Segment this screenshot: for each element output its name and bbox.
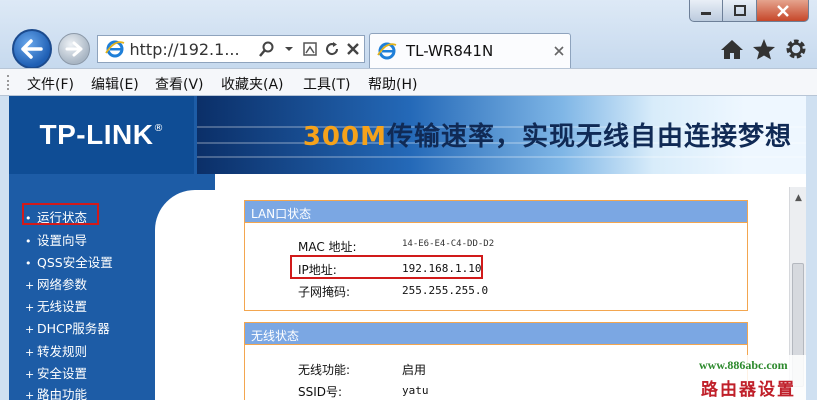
ie-tab-icon [376, 40, 398, 62]
sidebar-item-qss[interactable]: • QSS安全设置 [25, 252, 113, 271]
maximize-button[interactable] [723, 0, 757, 22]
forward-button[interactable] [58, 33, 90, 65]
ip-highlight-box [290, 255, 483, 279]
tab-tl-wr841n[interactable]: TL-WR841N [369, 33, 571, 68]
window-controls [689, 0, 809, 26]
search-icon[interactable] [257, 38, 279, 60]
status-highlight-box [22, 203, 99, 225]
logo-area: TP-LINK ® [9, 96, 194, 174]
address-text[interactable]: http://192.1... [130, 40, 257, 59]
sidebar-item-forwarding[interactable]: + 转发规则 [25, 341, 87, 360]
menu-view[interactable]: 查看(V) [155, 74, 204, 94]
slogan-number: 300M [302, 122, 387, 152]
sidebar-item-security[interactable]: + 安全设置 [25, 363, 87, 382]
minimize-button[interactable] [689, 0, 723, 22]
dropdown-icon[interactable] [278, 38, 300, 60]
page-banner: TP-LINK ® 300M传输速率，实现无线自由连接梦想 [9, 96, 806, 174]
gear-icon[interactable] [783, 36, 809, 62]
slogan-text: 传输速率，实现无线自由连接梦想 [386, 122, 792, 152]
favorites-star-icon[interactable] [751, 36, 777, 62]
subnet-mask-value: 255.255.255.0 [402, 284, 489, 297]
sidebar-item-wireless[interactable]: + 无线设置 [25, 296, 87, 315]
home-icon[interactable] [719, 36, 745, 62]
menu-grip [7, 75, 10, 90]
tab-close-icon[interactable] [548, 40, 570, 62]
subnet-mask-label: 子网掩码: [298, 285, 351, 299]
sidebar-item-dhcp[interactable]: + DHCP服务器 [25, 318, 110, 337]
stop-icon[interactable] [343, 38, 365, 60]
sidebar-item-wizard[interactable]: • 设置向导 [25, 230, 87, 249]
wireless-function-label: 无线功能: [298, 363, 351, 377]
wireless-status-heading: 无线状态 [245, 323, 747, 345]
ssid-value: yatu [402, 384, 429, 397]
mac-label: MAC 地址: [298, 240, 357, 254]
sidebar-item-network[interactable]: + 网络参数 [25, 274, 87, 293]
minimize-icon [701, 11, 711, 15]
menu-help[interactable]: 帮助(H) [368, 74, 417, 94]
close-window-button[interactable] [757, 0, 809, 22]
watermark-text: 路由器设置 [701, 380, 796, 400]
watermark-url: www.886abc.com [699, 358, 788, 372]
lan-status-section: LAN口状态 MAC 地址: 14-E6-E4-C4-DD-D2 IP地址: 1… [244, 200, 748, 311]
browser-toolbar-icons [719, 36, 809, 62]
tab-title: TL-WR841N [406, 42, 494, 60]
scroll-up-icon[interactable]: ▲ [790, 189, 806, 206]
forward-arrow-icon [65, 41, 83, 57]
menu-favorites[interactable]: 收藏夹(A) [221, 74, 284, 94]
compatibility-view-icon[interactable] [300, 38, 322, 60]
menu-edit[interactable]: 编辑(E) [91, 74, 139, 94]
tp-link-logo: TP-LINK [39, 119, 154, 150]
maximize-icon [733, 4, 746, 16]
browser-chrome: http://192.1... TL-WR841N [0, 0, 817, 69]
address-bar[interactable]: http://192.1... [97, 35, 365, 63]
wireless-function-value: 启用 [402, 363, 427, 377]
menu-file[interactable]: 文件(F) [27, 74, 74, 94]
refresh-icon[interactable] [321, 38, 343, 60]
lan-status-heading: LAN口状态 [245, 201, 747, 223]
banner-art: 300M传输速率，实现无线自由连接梦想 [197, 96, 806, 174]
sidebar-item-routing[interactable]: + 路由功能 [25, 384, 87, 400]
wireless-status-section: 无线状态 无线功能: 启用 SSID号: yatu [244, 322, 748, 400]
logo-registered-mark: ® [153, 122, 164, 134]
close-icon [776, 4, 789, 17]
site-watermark: www.886abc.com 路由器设置 [693, 355, 806, 400]
banner-slogan: 300M传输速率，实现无线自由连接梦想 [303, 116, 792, 153]
ssid-label: SSID号: [298, 385, 343, 399]
menu-tools[interactable]: 工具(T) [303, 74, 350, 94]
back-arrow-icon [21, 39, 43, 59]
ie-page-icon [104, 38, 126, 60]
router-page: TP-LINK ® 300M传输速率，实现无线自由连接梦想 • 运行状态 • 设置向… [9, 96, 806, 400]
back-button[interactable] [12, 29, 52, 69]
mac-value: 14-E6-E4-C4-DD-D2 [402, 239, 495, 249]
menu-bar: 文件(F) 编辑(E) 查看(V) 收藏夹(A) 工具(T) 帮助(H) [0, 68, 817, 96]
